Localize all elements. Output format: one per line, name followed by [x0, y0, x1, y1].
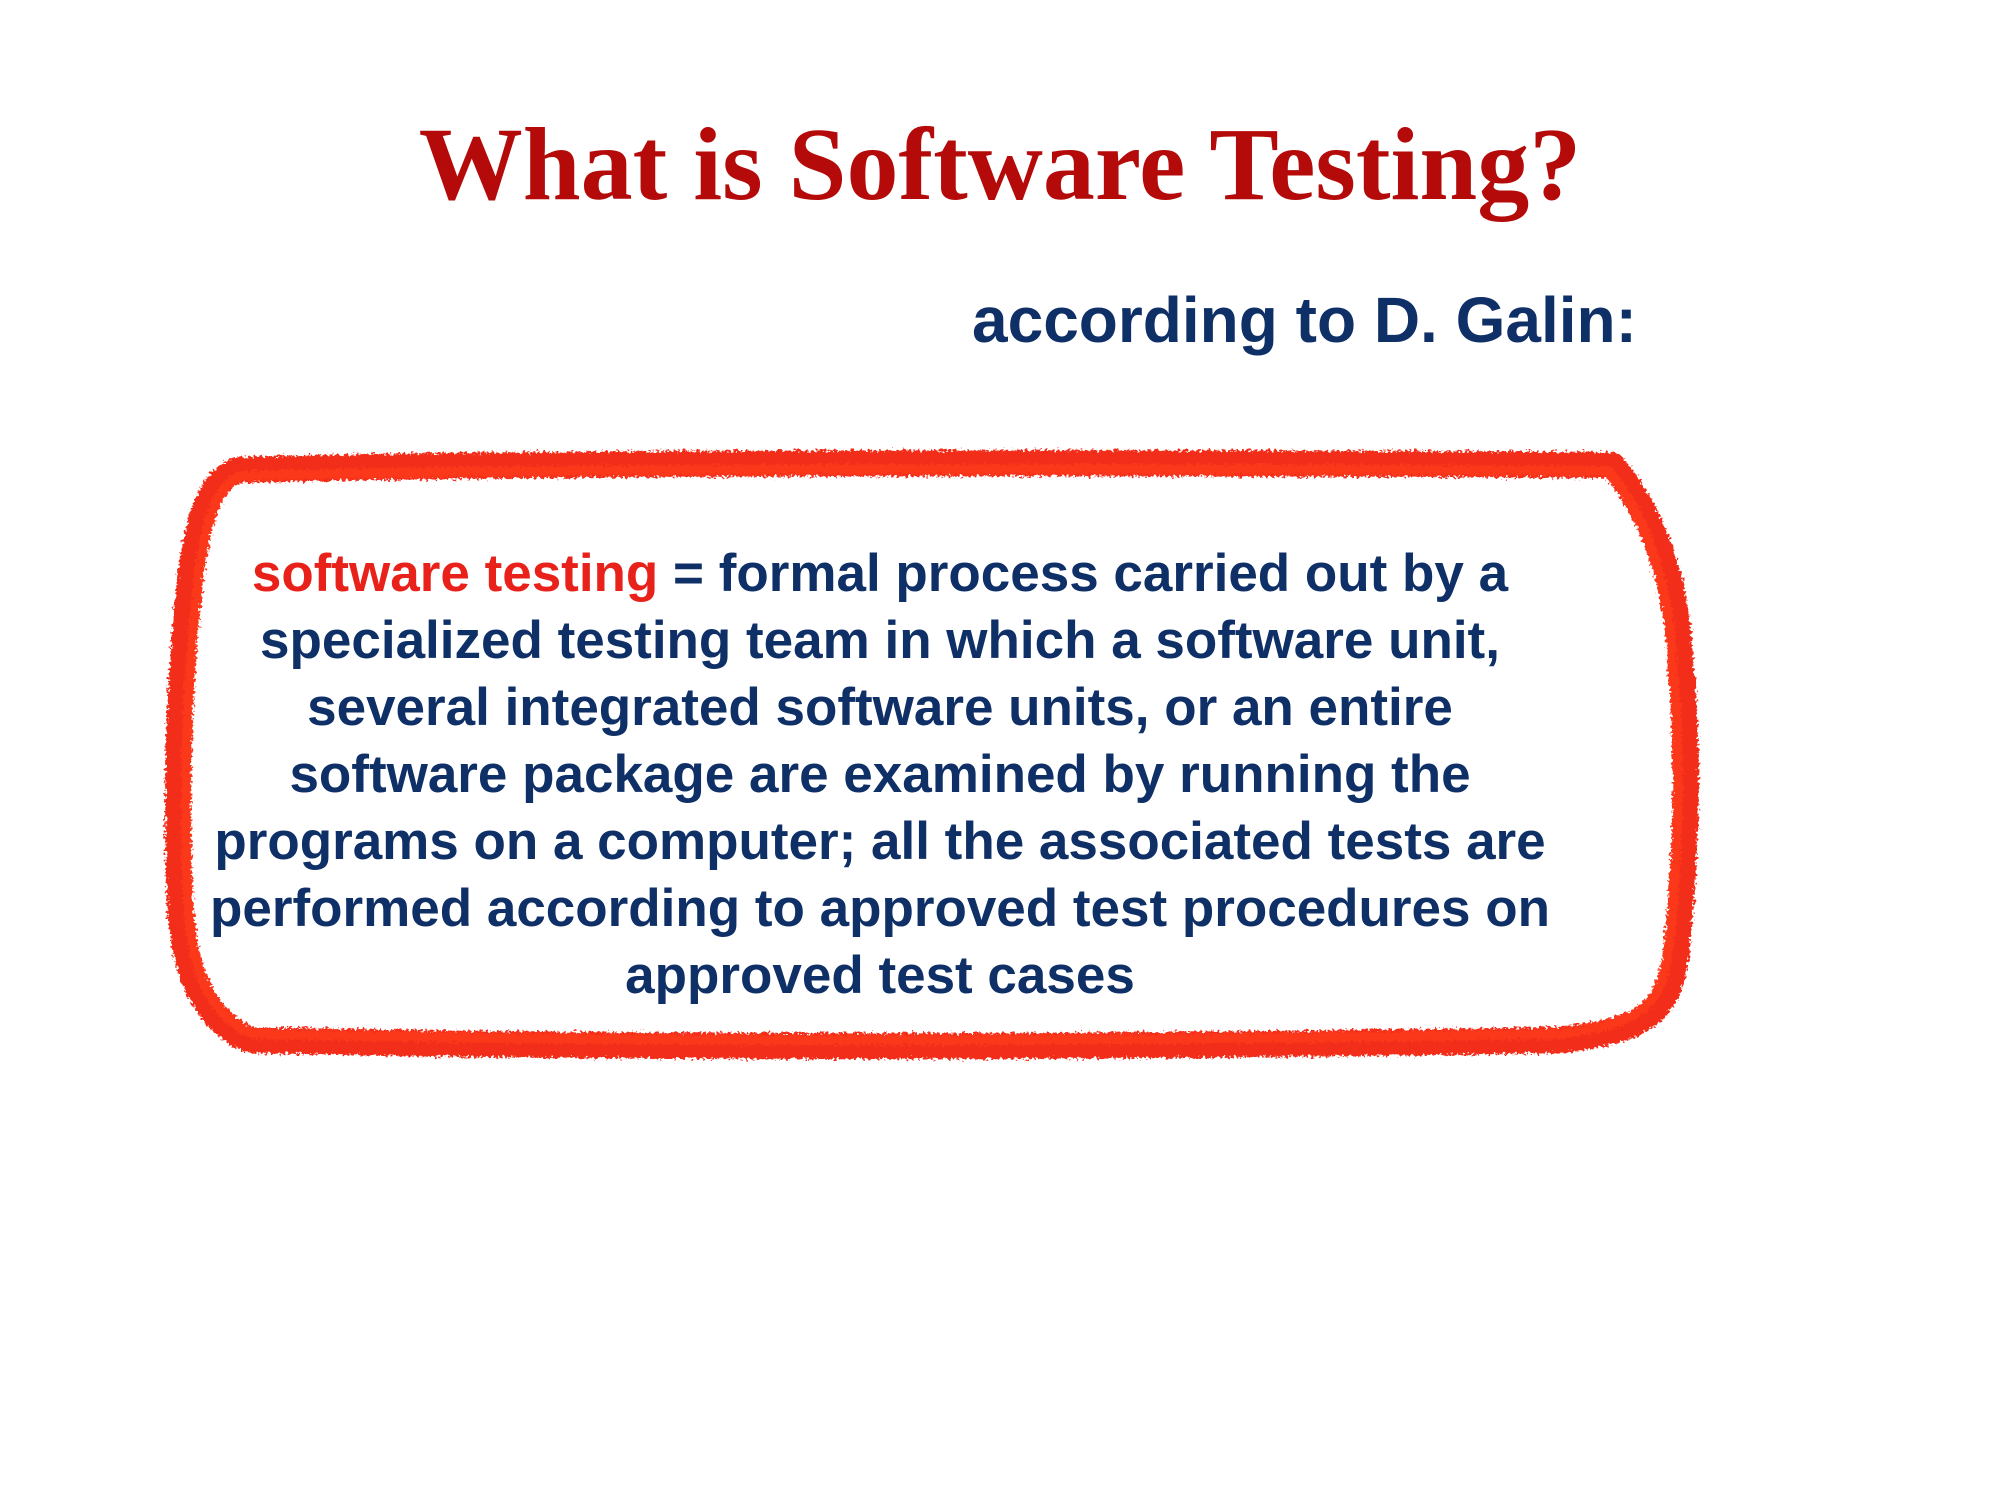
slide: What is Software Testing? according to D…: [0, 0, 2000, 1500]
definition-term: software testing: [251, 544, 659, 603]
definition-text: software testing = formal process carrie…: [200, 540, 1560, 1009]
definition-body: = formal process carried out by a specia…: [210, 544, 1550, 1005]
